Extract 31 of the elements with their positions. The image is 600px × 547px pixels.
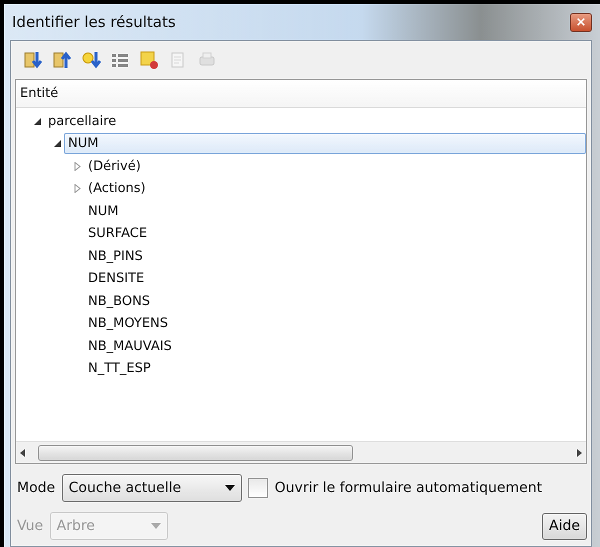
tree-item[interactable]: parcellaire — [44, 110, 120, 132]
auto-open-label: Ouvrir le formulaire automatiquement — [274, 478, 542, 498]
collapse-all-icon[interactable] — [52, 50, 72, 70]
collapsed-arrow-icon[interactable] — [72, 184, 82, 194]
help-button[interactable]: Aide — [542, 512, 587, 540]
tree-item[interactable]: DENSITE — [84, 268, 148, 290]
tree-item[interactable]: NB_MAUVAIS — [84, 336, 176, 357]
caret-icon[interactable] — [224, 485, 235, 491]
expanded-arrow-icon[interactable] — [32, 116, 42, 126]
tree-item[interactable]: NB_BONS — [84, 290, 154, 312]
horizontal-scrollbar[interactable] — [16, 441, 586, 463]
tree-item[interactable]: NUM — [84, 200, 122, 222]
expand-new-icon[interactable] — [81, 50, 101, 70]
tree-item[interactable]: N_TT_ESP — [84, 358, 155, 380]
tree-item[interactable]: SURFACE — [84, 223, 152, 244]
tree-item[interactable]: NB_PINS — [84, 246, 147, 267]
scrollbar-thumb[interactable] — [38, 444, 353, 460]
clear-highlight-icon[interactable] — [139, 50, 159, 70]
expanded-arrow-icon[interactable] — [52, 139, 62, 148]
view-label: Vue — [17, 516, 44, 536]
tree-item[interactable]: NB_MOYENS — [84, 313, 172, 334]
tree-item[interactable]: (Actions) — [84, 178, 150, 200]
tree-item[interactable]: NUM — [64, 133, 586, 154]
auto-open-checkbox[interactable] — [248, 478, 268, 498]
column-header[interactable]: Entité — [20, 84, 58, 104]
expand-all-icon[interactable] — [23, 50, 43, 70]
mode-label: Mode — [17, 478, 56, 498]
tree-item[interactable]: (Dérivé) — [84, 156, 145, 177]
window-title: Identifier les résultats — [12, 12, 176, 33]
mode-dropdown[interactable]: Couche actuelle — [62, 474, 242, 502]
collapsed-arrow-icon[interactable] — [72, 162, 82, 171]
